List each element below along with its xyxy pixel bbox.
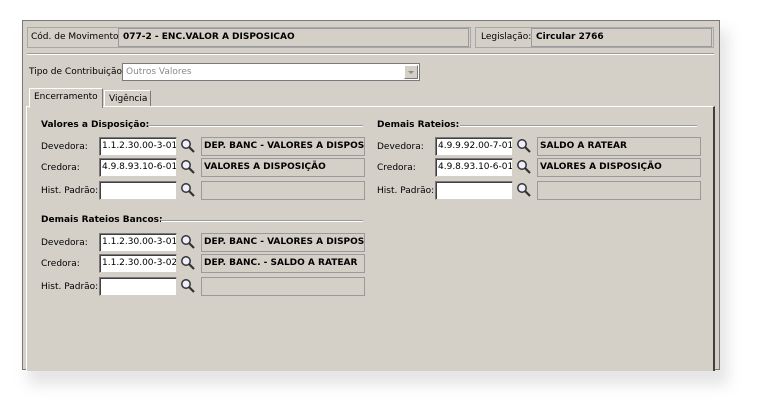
demais-rateios-title: Demais Rateios:: [377, 120, 460, 130]
magnifier-icon[interactable]: [180, 255, 196, 271]
contribuicao-value: Outros Valores: [126, 67, 192, 77]
header-divider: [27, 53, 714, 55]
magnifier-icon[interactable]: [180, 234, 196, 250]
dr-hist-label: Hist. Padrão:: [377, 186, 435, 196]
vd-credora-desc: VALORES A DISPOSIÇÃO: [201, 158, 365, 177]
vd-devedora-label: Devedora:: [41, 142, 88, 152]
magnifier-icon[interactable]: [180, 138, 196, 154]
vd-devedora-code-input[interactable]: 1.1.2.30.00-3-01: [99, 137, 177, 156]
vd-hist-code-input[interactable]: [99, 181, 177, 200]
vd-credora-code-input[interactable]: 4.9.8.93.10-6-01: [99, 158, 177, 177]
magnifier-icon[interactable]: [516, 159, 532, 175]
valores-disposicao-title: Valores a Disposição:: [41, 120, 150, 130]
dr-devedora-code-input[interactable]: 4.9.9.92.00-7-01: [435, 137, 513, 156]
magnifier-icon[interactable]: [180, 159, 196, 175]
dr-devedora-desc: SALDO A RATEAR: [537, 137, 701, 156]
tab-encerramento[interactable]: Encerramento: [29, 88, 103, 108]
dr-hist-code-input[interactable]: [435, 181, 513, 200]
tab-panel-encerramento: Valores a Disposição: Devedora: 1.1.2.30…: [26, 106, 715, 371]
valores-disposicao-divider: [149, 125, 363, 127]
contribuicao-select[interactable]: Outros Valores: [122, 63, 420, 81]
legislacao-label: Legislação:: [481, 32, 532, 42]
drb-hist-label: Hist. Padrão:: [41, 282, 99, 292]
movimento-value-field: 077-2 - ENC.VALOR A DISPOSICAO: [118, 28, 469, 47]
demais-rateios-bancos-divider: [161, 220, 363, 222]
magnifier-icon[interactable]: [516, 182, 532, 198]
vd-hist-label: Hist. Padrão:: [41, 186, 99, 196]
drb-devedora-desc: DEP. BANC - VALORES A DISPOSIÇÃO: [201, 233, 365, 252]
movimento-label: Cód. de Movimento:: [31, 32, 122, 42]
drb-credora-code-input[interactable]: 1.1.2.30.00-3-02: [99, 254, 177, 273]
dr-credora-label: Credora:: [377, 163, 416, 173]
demais-rateios-bancos-title: Demais Rateios Bancos:: [41, 215, 163, 225]
dr-credora-code-input[interactable]: 4.9.8.93.10-6-01: [435, 158, 513, 177]
magnifier-icon[interactable]: [516, 138, 532, 154]
drb-credora-desc: DEP. BANC. - SALDO A RATEAR: [201, 254, 365, 273]
drb-hist-desc: [201, 277, 365, 296]
drb-hist-code-input[interactable]: [99, 277, 177, 296]
contribuicao-label: Tipo de Contribuição:: [29, 67, 126, 77]
legislacao-value-field: Circular 2766: [531, 28, 712, 47]
movement-form-window: Cód. de Movimento: 077-2 - ENC.VALOR A D…: [22, 20, 720, 371]
magnifier-icon[interactable]: [180, 182, 196, 198]
dr-credora-desc: VALORES A DISPOSIÇÃO: [537, 158, 701, 177]
dr-hist-desc: [537, 181, 701, 200]
vd-credora-label: Credora:: [41, 163, 80, 173]
chevron-down-icon[interactable]: [404, 65, 418, 79]
demais-rateios-divider: [460, 125, 697, 127]
vd-devedora-desc: DEP. BANC - VALORES A DISPOSIÇÃO: [201, 137, 365, 156]
magnifier-icon[interactable]: [180, 278, 196, 294]
drb-devedora-code-input[interactable]: 1.1.2.30.00-3-01: [99, 233, 177, 252]
drb-devedora-label: Devedora:: [41, 238, 88, 248]
drb-credora-label: Credora:: [41, 259, 80, 269]
vd-hist-desc: [201, 181, 365, 200]
dr-devedora-label: Devedora:: [377, 142, 424, 152]
